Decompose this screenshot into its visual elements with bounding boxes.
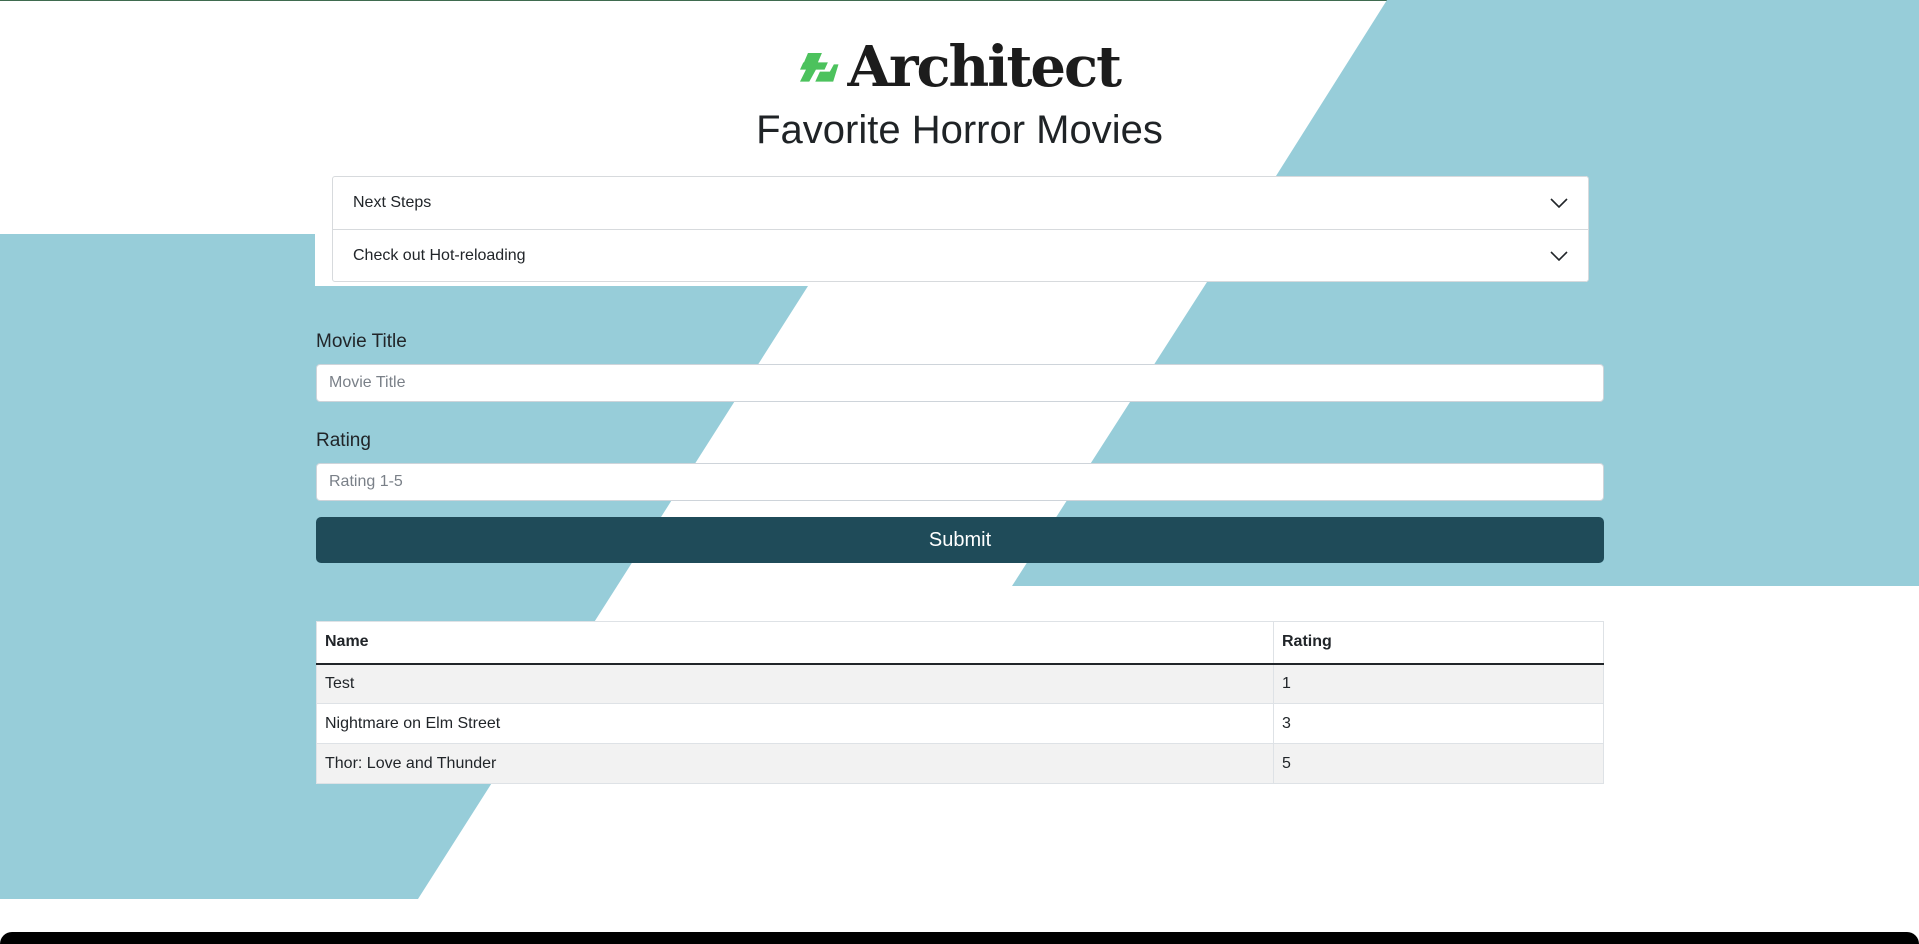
movie-name-cell: Thor: Love and Thunder [316,743,1274,784]
accordion-item-label: Next Steps [353,194,432,211]
column-header-rating: Rating [1273,621,1604,665]
accordion-item-label: Check out Hot-reloading [353,246,526,264]
column-header-name: Name [316,621,1274,665]
accordion-item-hot-reloading[interactable]: Check out Hot-reloading [333,229,1588,281]
accordion-item-next-steps[interactable]: Next Steps [333,177,1588,229]
movie-name-cell: Nightmare on Elm Street [316,703,1274,744]
rating-input[interactable] [316,463,1604,501]
rating-label: Rating [316,430,371,451]
movie-title-label: Movie Title [316,331,407,352]
movies-table: Name Rating Test 1 Nightmare on Elm Stre… [316,621,1604,784]
movie-name-cell: Test [316,663,1274,704]
table-row: Nightmare on Elm Street 3 [316,703,1604,744]
architect-logo-icon [800,53,839,82]
accordion: Next Steps Check out Hot-reloading [332,176,1589,282]
page-title: Favorite Horror Movies [756,108,1163,152]
chevron-down-icon [1550,198,1568,208]
movie-title-input[interactable] [316,364,1604,402]
table-header-row: Name Rating [316,621,1604,665]
movie-rating-cell: 3 [1273,703,1604,744]
table-row: Thor: Love and Thunder 5 [316,743,1604,784]
logo-text: Architect [847,34,1122,100]
movie-rating-cell: 5 [1273,743,1604,784]
movie-form: Movie Title Rating Submit [316,330,1604,563]
bottom-window-edge [0,932,1919,944]
app-page: Architect Favorite Horror Movies Next St… [0,0,1919,944]
movie-rating-cell: 1 [1273,663,1604,704]
chevron-down-icon [1550,250,1568,261]
submit-button[interactable]: Submit [316,517,1604,563]
table-row: Test 1 [316,663,1604,704]
architect-logo: Architect [800,34,1122,100]
